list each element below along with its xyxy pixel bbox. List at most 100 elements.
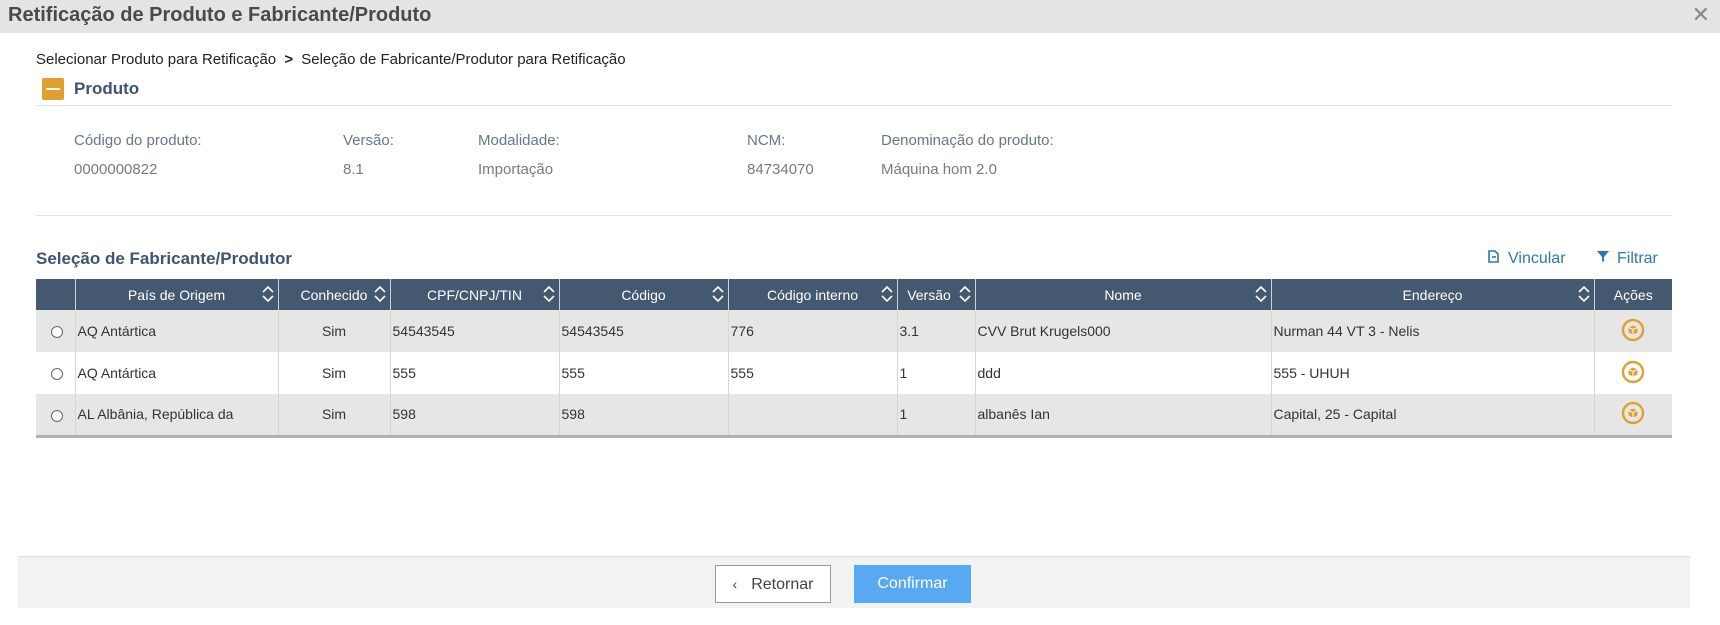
view-package-icon[interactable] [1621,318,1645,345]
cell-codigo-interno: 776 [728,310,898,352]
field-label: Denominação do produto: [881,132,1054,149]
column-header-endereco[interactable]: Endereço [1271,279,1595,310]
field-value: 84734070 [747,161,814,178]
close-icon[interactable]: ✕ [1692,2,1710,28]
retornar-button[interactable]: ‹ Retornar [715,565,831,603]
retornar-label: Retornar [751,576,814,593]
cell-conhecido: Sim [278,310,391,352]
table-row[interactable]: AQ Antártica Sim 555 555 555 1 ddd 555 -… [36,352,1672,394]
row-radio[interactable] [51,326,63,339]
fabricante-section-title: Seleção de Fabricante/Produtor [36,249,293,268]
field-label: Modalidade: [478,132,560,149]
column-header-acoes: Ações [1594,279,1672,310]
vincular-link[interactable]: Vincular [1487,250,1566,268]
filtrar-link[interactable]: Filtrar [1597,250,1658,268]
cell-codigo: 555 [559,352,729,394]
link-document-icon [1487,250,1500,266]
cell-conhecido: Sim [278,394,391,438]
column-header-conhecido[interactable]: Conhecido [278,279,391,310]
breadcrumb-step-2: Seleção de Fabricante/Produtor para Reti… [301,51,626,68]
table-row[interactable]: AL Albânia, República da Sim 598 598 1 a… [36,394,1672,438]
column-header-label: Código [621,286,666,303]
chevron-left-icon: ‹ [732,576,738,592]
filtrar-label: Filtrar [1617,250,1658,267]
filter-icon [1597,250,1609,266]
window-title: Retificação de Produto e Fabricante/Prod… [8,4,432,26]
cell-acoes [1594,352,1672,394]
breadcrumb-step-1[interactable]: Selecionar Produto para Retificação [36,51,276,68]
column-header-codigo-interno[interactable]: Código interno [728,279,898,310]
sort-icon[interactable] [373,284,386,304]
cell-nome: CVV Brut Krugels000 [975,310,1272,352]
table-header-row: País de Origem Conhecido CPF/CNPJ/TIN Có… [36,279,1672,310]
column-header-label: CPF/CNPJ/TIN [427,286,522,303]
produto-section-title: Produto [74,79,140,98]
sort-icon[interactable] [261,284,274,304]
row-select-cell [36,310,76,352]
cell-pais: AQ Antártica [75,352,279,394]
field-codigo-produto: Código do produto: 0000000822 [74,132,202,178]
column-header-label: Conhecido [300,286,368,303]
vincular-label: Vincular [1508,250,1566,267]
dialog-footer: ‹ Retornar Confirmar [18,556,1690,608]
cell-endereco: Capital, 25 - Capital [1271,394,1595,438]
cell-cpf: 54543545 [390,310,560,352]
cell-endereco: 555 - UHUH [1271,352,1595,394]
confirmar-button[interactable]: Confirmar [854,565,971,603]
collapse-toggle-icon[interactable] [42,78,64,100]
field-label: NCM: [747,132,786,149]
field-value: 8.1 [343,161,364,178]
column-header-codigo[interactable]: Código [559,279,729,310]
sort-icon[interactable] [542,284,555,304]
sort-icon[interactable] [711,284,724,304]
view-package-icon[interactable] [1621,360,1645,387]
row-select-cell [36,352,76,394]
field-value: Máquina hom 2.0 [881,161,997,178]
field-value: Importação [478,161,554,178]
row-radio[interactable] [51,368,63,381]
column-header-label: Versão [907,286,951,303]
breadcrumb-separator: > [284,51,294,68]
cell-versao: 3.1 [897,310,976,352]
column-header-cpf[interactable]: CPF/CNPJ/TIN [390,279,560,310]
divider [36,105,1672,106]
cell-cpf: 598 [390,394,560,438]
cell-versao: 1 [897,352,976,394]
column-header-label: País de Origem [127,286,226,303]
sort-icon[interactable] [1577,284,1590,304]
column-header-label: Ações [1613,286,1653,303]
cell-nome: ddd [975,352,1272,394]
field-versao: Versão: 8.1 [343,132,394,178]
field-denominacao: Denominação do produto: Máquina hom 2.0 [881,132,1054,178]
column-header-select [36,279,76,310]
sort-icon[interactable] [958,284,971,304]
divider [36,215,1672,216]
sort-icon[interactable] [880,284,893,304]
column-header-versao[interactable]: Versão [897,279,976,310]
cell-pais: AL Albânia, República da [75,394,279,438]
table-row[interactable]: AQ Antártica Sim 54543545 54543545 776 3… [36,310,1672,352]
cell-acoes [1594,394,1672,438]
row-radio[interactable] [51,409,63,422]
cell-codigo-interno: 555 [728,352,898,394]
sort-icon[interactable] [1254,284,1267,304]
cell-versao: 1 [897,394,976,438]
cell-endereco: Nurman 44 VT 3 - Nelis [1271,310,1595,352]
field-modalidade: Modalidade: Importação [478,132,560,178]
column-header-label: Nome [1104,286,1142,303]
cell-acoes [1594,310,1672,352]
cell-codigo-interno [728,394,898,438]
cell-codigo: 598 [559,394,729,438]
window-titlebar: Retificação de Produto e Fabricante/Prod… [0,0,1720,33]
column-header-pais[interactable]: País de Origem [75,279,279,310]
cell-codigo: 54543545 [559,310,729,352]
field-label: Versão: [343,132,394,149]
row-select-cell [36,394,76,438]
field-label: Código do produto: [74,132,202,149]
breadcrumb: Selecionar Produto para Retificação > Se… [36,51,626,68]
cell-pais: AQ Antártica [75,310,279,352]
view-package-icon[interactable] [1621,401,1645,428]
column-header-label: Código interno [766,286,859,303]
cell-nome: albanês Ian [975,394,1272,438]
column-header-nome[interactable]: Nome [975,279,1272,310]
